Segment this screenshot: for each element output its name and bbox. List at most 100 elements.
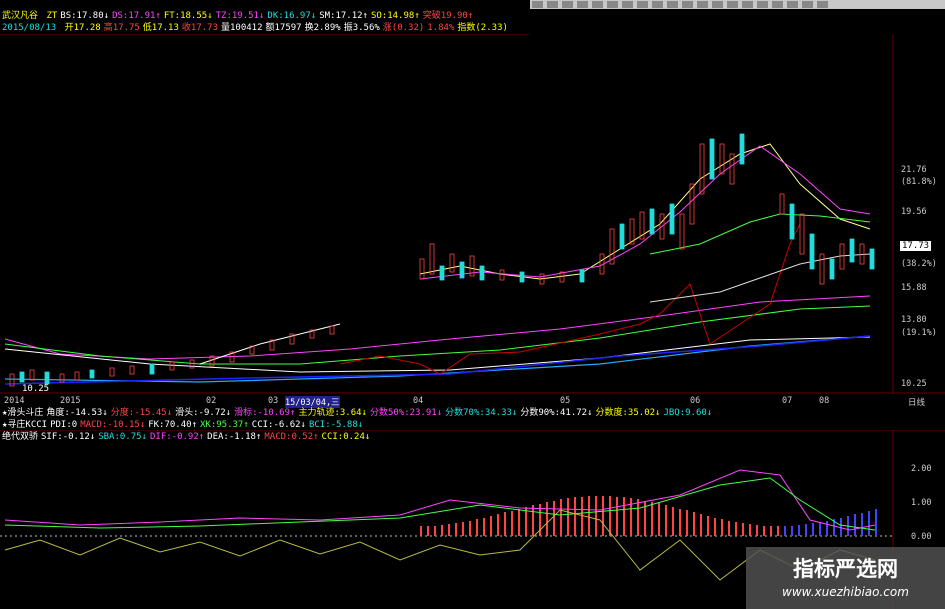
toolbar-button[interactable] (607, 1, 618, 8)
macd-bar (434, 526, 436, 536)
macd-bar (602, 496, 604, 536)
ma-line (649, 213, 871, 255)
toolbar-button[interactable] (622, 1, 633, 8)
toolbar-button[interactable] (727, 1, 738, 8)
toolbar-button[interactable] (652, 1, 663, 8)
toolbar-button[interactable] (697, 1, 708, 8)
macd-bar (581, 497, 583, 536)
indicator-value: BCI:-5.88↓ (308, 420, 364, 430)
candle (809, 233, 815, 270)
macd-bar (427, 526, 429, 536)
ohlc-item: 量100412 (220, 23, 263, 33)
candle (839, 243, 845, 270)
moving-average-lines (4, 143, 871, 385)
time-tick-label: 日线 (908, 398, 926, 408)
candle (669, 203, 675, 235)
indicator-value: 分数90%:41.72↓ (520, 408, 593, 418)
toolbar-button[interactable] (787, 1, 798, 8)
time-tick-label: 03 (268, 396, 279, 406)
sub-tick-label: 2.00 (911, 464, 931, 474)
macd-bar (553, 501, 555, 536)
candle (649, 208, 655, 235)
toolbar-button[interactable] (592, 1, 603, 8)
candles (9, 133, 875, 387)
candle (44, 371, 50, 385)
candle (439, 265, 445, 281)
toolbar-button[interactable] (817, 1, 828, 8)
macd-bar (875, 509, 877, 536)
macd-bar (518, 509, 520, 536)
macd-bar (497, 514, 499, 536)
candle (459, 261, 465, 279)
macd-bar (728, 521, 730, 536)
ohlc-item: 指数(2.33) (457, 23, 508, 33)
toolbar-button[interactable] (772, 1, 783, 8)
toolbar-button[interactable] (667, 1, 678, 8)
macd-bar (441, 525, 443, 536)
toolbar-button[interactable] (562, 1, 573, 8)
price-tick-label: (38.2%) (901, 259, 937, 269)
macd-bar (651, 502, 653, 536)
macd-bar (784, 526, 786, 536)
candle (829, 258, 835, 280)
candle (719, 143, 725, 175)
indicator-value: 分数70%:34.33↓ (445, 408, 518, 418)
indicator-value: JBQ:9.60↓ (663, 408, 713, 418)
macd-bar (483, 518, 485, 536)
ohlc-item: 振3.56% (343, 23, 380, 33)
indicator-value: 分数度:35.02↓ (595, 408, 661, 418)
toolbar-button[interactable] (532, 1, 543, 8)
candle (89, 369, 95, 379)
macd-bar (749, 524, 751, 536)
candlestick-chart[interactable]: 21.76 (81.8%) 19.56 (38.2%) 15.88 13.80 (19.1%… (0, 34, 945, 394)
candle (429, 243, 435, 275)
macd-bar (455, 523, 457, 536)
toolbar-button[interactable] (547, 1, 558, 8)
macd-bar (700, 514, 702, 536)
toolbar-button[interactable] (757, 1, 768, 8)
time-tick-label: 07 (782, 396, 793, 406)
macd-bar (770, 526, 772, 536)
macd-bar (840, 518, 842, 536)
indicator-lines (4, 469, 876, 581)
candle (819, 253, 825, 285)
toolbar-button[interactable] (577, 1, 588, 8)
macd-bar (805, 524, 807, 536)
time-tick-label: 06 (690, 396, 701, 406)
toolbar-button[interactable] (742, 1, 753, 8)
macd-bar (735, 522, 737, 536)
macd-bar (469, 521, 471, 536)
price-axis: 21.76 (81.8%) 19.56 (38.2%) 15.88 13.80 (19.1%… (901, 165, 937, 389)
time-tick-label: 02 (206, 396, 217, 406)
candle (149, 363, 155, 375)
macd-bar (756, 525, 758, 536)
indicator-value: 滑标:-10.69↑ (234, 408, 296, 418)
info-bar-ohlc: 2015/08/13 开17.28 高17.75 低17.13 收17.73 量1004… (2, 22, 508, 34)
macd-bar (525, 507, 527, 536)
macd-bar (490, 516, 492, 536)
toolbar (530, 0, 945, 9)
toolbar-button[interactable] (712, 1, 723, 8)
macd-bar (532, 505, 534, 536)
ohlc-item: 涨(0.32) (382, 23, 425, 33)
indicator-row-1[interactable]: ★滑头斗庄 角度:-14.53↓ 分度:-15.45↓ 滑头:-9.72↓ 滑标:-10… (2, 407, 712, 419)
macd-bar (665, 505, 667, 536)
current-price-tag: 17.73 (900, 241, 932, 251)
bar-date: 2015/08/13 (2, 23, 57, 33)
price-tick-label: 15.88 (901, 283, 927, 293)
candle (519, 271, 525, 283)
macd-bar (420, 526, 422, 536)
sub-tick-label: 1.00 (911, 498, 931, 508)
toolbar-button[interactable] (802, 1, 813, 8)
ma-line (4, 295, 871, 360)
macd-bar (595, 496, 597, 536)
time-tick-label: 08 (819, 396, 830, 406)
ohlc-item: 开17.28 (64, 23, 101, 33)
indicator-value: PDI:0 (50, 420, 78, 430)
time-tick-label: 2015 (60, 396, 81, 406)
toolbar-button[interactable] (637, 1, 648, 8)
indicator-value: XK:95.37↑ (200, 420, 249, 430)
candle (449, 253, 455, 273)
toolbar-button[interactable] (682, 1, 693, 8)
sub-axis: 2.00 1.00 0.00 (911, 464, 931, 542)
